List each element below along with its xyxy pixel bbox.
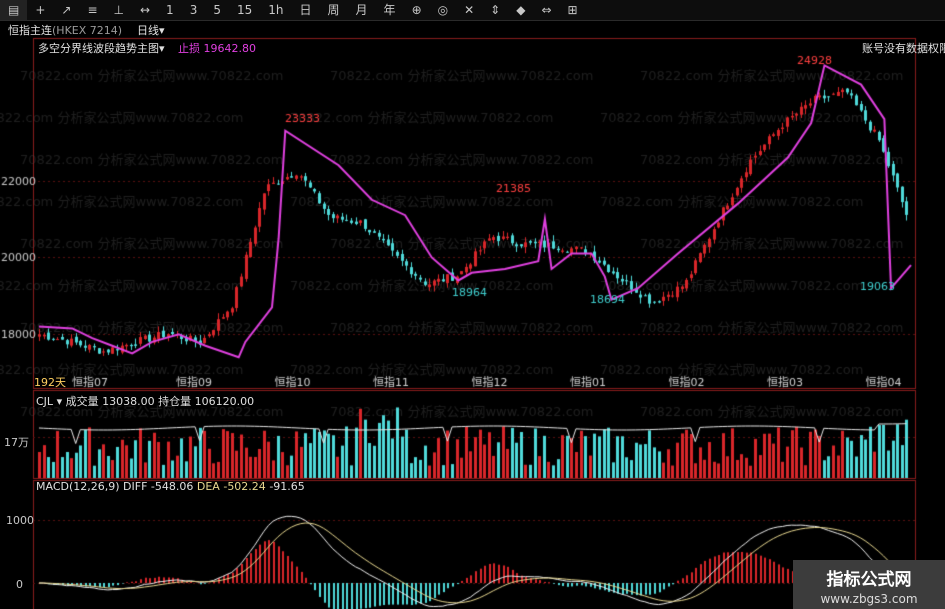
toolbar-button-5[interactable]: ↔	[132, 0, 158, 20]
toolbar-button-0[interactable]: ▤	[0, 0, 28, 20]
volume-label: 成交量	[65, 395, 99, 408]
toolbar-button-9[interactable]: 15	[229, 0, 260, 20]
volume-indicator-name: CJL	[36, 395, 54, 408]
toolbar-button-18[interactable]: ⇕	[482, 0, 508, 20]
open-interest-value: 106120.00	[194, 395, 255, 408]
diff-label: DIFF	[123, 480, 148, 493]
stop-loss-readout: 止损 19642.80	[178, 40, 256, 56]
chart-title-bar: 恒指主连(HKEX 7214) 日线▾	[0, 21, 945, 37]
macd-axis-1000: 1000	[6, 514, 34, 527]
period-selector[interactable]: 日线▾	[137, 22, 165, 38]
main-indicator-name[interactable]: 多空分界线波段趋势主图▾	[38, 40, 165, 56]
volume-value: 13038.00	[102, 395, 155, 408]
toolbar-button-11[interactable]: 日	[292, 0, 320, 20]
toolbar-button-6[interactable]: 1	[158, 0, 182, 20]
days-count: 192天	[34, 376, 66, 389]
site-brand-badge[interactable]: 指标公式网 www.zbgs3.com	[793, 560, 945, 609]
kline-chart-canvas[interactable]	[0, 0, 945, 609]
toolbar-button-13[interactable]: 月	[348, 0, 376, 20]
toolbar-button-15[interactable]: ⊕	[404, 0, 430, 20]
diff-value: -548.06	[150, 480, 194, 493]
open-interest-label: 持仓量	[158, 395, 192, 408]
toolbar-button-12[interactable]: 周	[320, 0, 348, 20]
instrument-title: 恒指主连(HKEX 7214)	[8, 22, 122, 38]
instrument-name: 恒指主连	[8, 24, 52, 37]
instrument-code: (HKEX 7214)	[52, 24, 123, 37]
toolbar-button-10[interactable]: 1h	[260, 0, 291, 20]
volume-readout: CJL ▾ 成交量 13038.00 持仓量 106120.00	[36, 393, 254, 409]
toolbar-button-7[interactable]: 3	[182, 0, 206, 20]
toolbar-button-19[interactable]: ◆	[508, 0, 533, 20]
toolbar-button-2[interactable]: ↗	[53, 0, 79, 20]
macd-value: -91.65	[269, 480, 305, 493]
toolbar-button-20[interactable]: ⇔	[533, 0, 559, 20]
toolbar-button-21[interactable]: ⊞	[560, 0, 586, 20]
brand-url: www.zbgs3.com	[820, 592, 918, 606]
period-label: 日线	[137, 24, 159, 37]
dea-value: -502.24	[223, 480, 266, 493]
chevron-down-icon: ▾	[159, 24, 165, 37]
dea-label: DEA	[196, 480, 220, 493]
toolbar-button-17[interactable]: ✕	[456, 0, 482, 20]
chevron-down-icon: ▾	[159, 42, 165, 55]
chevron-down-icon[interactable]: ▾	[57, 395, 63, 408]
toolbar-button-1[interactable]: +	[27, 0, 53, 20]
stop-loss-label: 止损	[178, 42, 200, 55]
toolbar-button-3[interactable]: ≡	[79, 0, 105, 20]
brand-title: 指标公式网	[826, 570, 912, 590]
volume-axis-label: 17万	[4, 436, 29, 449]
main-indicator-text: 多空分界线波段趋势主图	[38, 42, 159, 55]
macd-indicator-name: MACD(12,26,9)	[36, 480, 120, 493]
toolbar-button-14[interactable]: 年	[376, 0, 404, 20]
toolbar-button-16[interactable]: ◎	[430, 0, 456, 20]
toolbar-button-4[interactable]: ⊥	[106, 0, 132, 20]
permission-note: 账号没有数据权限	[862, 42, 945, 55]
macd-readout: MACD(12,26,9) DIFF -548.06 DEA -502.24 -…	[36, 480, 305, 493]
macd-axis-0: 0	[16, 578, 23, 591]
chart-toolbar: ▤ + ↗ ≡ ⊥ ↔ 1 3 5 15 1h 日周月年 ⊕ ◎ ✕ ⇕ ◆ ⇔ ⊞	[0, 0, 945, 21]
stop-loss-value: 19642.80	[203, 42, 257, 55]
toolbar-button-8[interactable]: 5	[205, 0, 229, 20]
